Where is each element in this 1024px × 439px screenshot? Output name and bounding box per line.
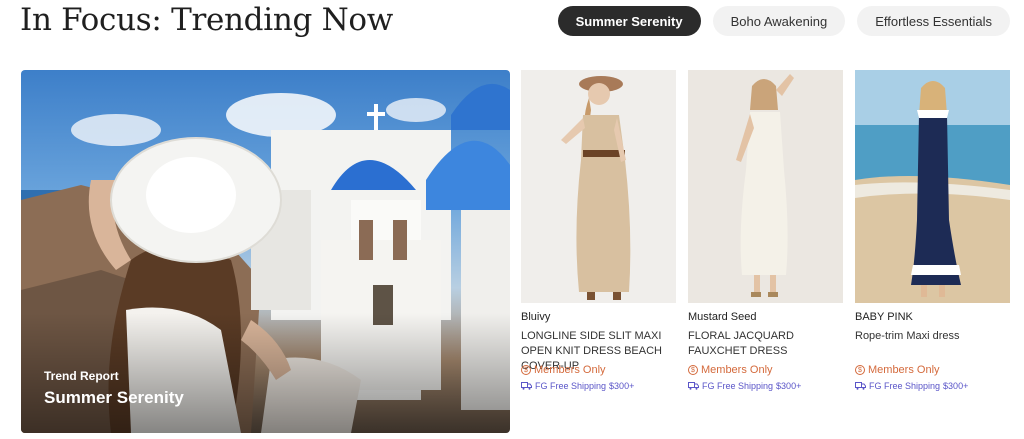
shipping-info: FG Free Shipping $300+ xyxy=(521,381,676,391)
shipping-info: FG Free Shipping $300+ xyxy=(855,381,1010,391)
members-label: Members Only xyxy=(868,364,940,376)
product-brand: Mustard Seed xyxy=(688,311,757,323)
members-label: Members Only xyxy=(534,364,606,376)
product-image[interactable] xyxy=(521,70,676,303)
truck-icon xyxy=(521,382,532,390)
hero-title[interactable]: Summer Serenity xyxy=(44,388,184,408)
tab-summer-serenity[interactable]: Summer Serenity xyxy=(557,6,701,36)
shipping-min: $300+ xyxy=(943,381,969,391)
members-only-badge: $ Members Only xyxy=(855,364,1010,376)
members-only-badge: $ Members Only xyxy=(521,364,676,376)
product-card[interactable]: Mustard Seed FLORAL JACQUARD FAUXCHET DR… xyxy=(688,70,843,391)
tab-boho-awakening[interactable]: Boho Awakening xyxy=(712,6,846,36)
product-image[interactable] xyxy=(855,70,1010,303)
shipping-label: FG Free Shipping xyxy=(869,381,941,391)
shipping-min: $300+ xyxy=(609,381,635,391)
product-card[interactable]: Bluivy LONGLINE SIDE SLIT MAXI OPEN KNIT… xyxy=(521,70,676,391)
hero-banner[interactable]: Trend Report Summer Serenity xyxy=(21,70,510,433)
product-name[interactable]: LONGLINE SIDE SLIT MAXI OPEN KNIT DRESS … xyxy=(521,329,676,372)
members-label: Members Only xyxy=(701,364,773,376)
tab-effortless-essentials[interactable]: Effortless Essentials xyxy=(857,6,1010,36)
shipping-label: FG Free Shipping xyxy=(702,381,774,391)
product-name[interactable]: Rope-trim Maxi dress xyxy=(855,329,1010,361)
shipping-min: $300+ xyxy=(776,381,802,391)
product-card[interactable]: BABY PINK Rope-trim Maxi dress $ Members… xyxy=(855,70,1010,391)
truck-icon xyxy=(688,382,699,390)
page-title: In Focus: Trending Now xyxy=(20,2,394,38)
product-brand: BABY PINK xyxy=(855,311,913,323)
product-name[interactable]: FLORAL JACQUARD FAUXCHET DRESS xyxy=(688,329,843,361)
product-image[interactable] xyxy=(688,70,843,303)
members-only-badge: $ Members Only xyxy=(688,364,843,376)
dollar-coin-icon: $ xyxy=(855,365,865,375)
shipping-label: FG Free Shipping xyxy=(535,381,607,391)
truck-icon xyxy=(855,382,866,390)
shipping-info: FG Free Shipping $300+ xyxy=(688,381,843,391)
dollar-coin-icon: $ xyxy=(521,365,531,375)
dollar-coin-icon: $ xyxy=(688,365,698,375)
trend-tabs: Summer Serenity Boho Awakening Effortles… xyxy=(557,6,1010,36)
product-brand: Bluivy xyxy=(521,311,551,323)
hero-kicker: Trend Report xyxy=(44,369,119,383)
